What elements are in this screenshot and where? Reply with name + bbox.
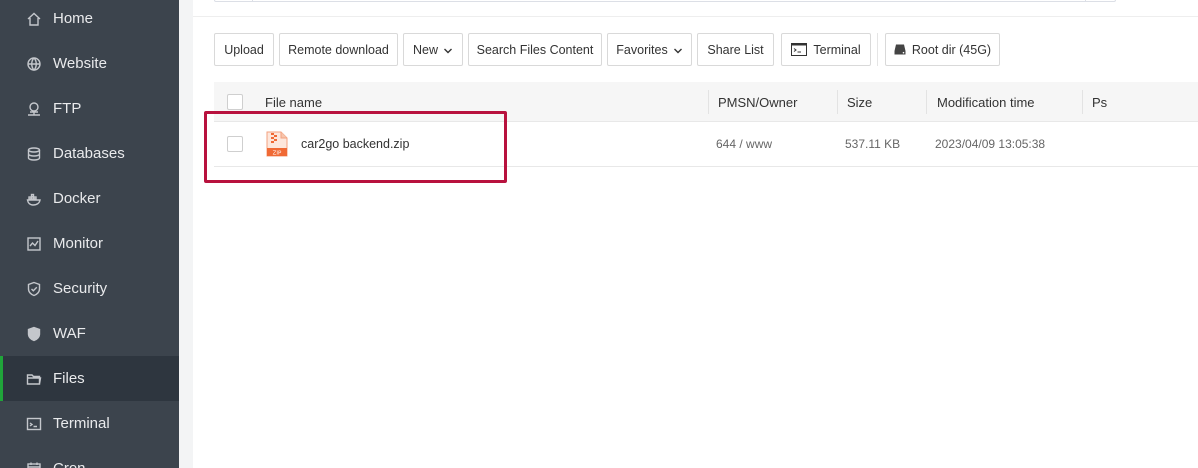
sidebar-item-label: Home <box>53 10 94 27</box>
highlight-box <box>204 111 507 183</box>
sidebar-item-security[interactable]: Security <box>0 266 179 311</box>
column-ps[interactable]: Ps <box>1092 82 1107 122</box>
sidebar-item-website[interactable]: Website <box>0 41 179 86</box>
folder-icon <box>25 370 43 388</box>
favorites-button-label: Favorites <box>616 42 668 57</box>
sidebar-item-label: Docker <box>53 190 101 207</box>
root-dir-button[interactable]: Root dir (45G) <box>885 33 1000 66</box>
column-divider <box>708 90 709 114</box>
remote-download-button[interactable]: Remote download <box>279 33 398 66</box>
sidebar-item-databases[interactable]: Databases <box>0 131 179 176</box>
sidebar-item-label: Security <box>53 280 108 297</box>
toolbar-divider <box>877 33 878 66</box>
terminal-icon <box>25 415 43 433</box>
chevron-down-icon <box>673 45 683 55</box>
sidebar-item-home[interactable]: Home <box>0 0 179 41</box>
file-modification-time: 2023/04/09 13:05:38 <box>935 137 1046 151</box>
column-divider <box>1082 90 1083 114</box>
ftp-icon <box>25 100 43 118</box>
column-modification-time[interactable]: Modification time <box>937 82 1035 122</box>
sidebar-item-docker[interactable]: Docker <box>0 176 179 221</box>
sidebar-item-terminal[interactable]: Terminal <box>0 401 179 446</box>
sidebar-item-waf[interactable]: WAF <box>0 311 179 356</box>
divider <box>193 16 1198 17</box>
root-dir-label: Root dir (45G) <box>911 42 992 57</box>
sidebar-item-label: Files <box>53 370 85 387</box>
sidebar-item-label: Terminal <box>53 415 110 432</box>
path-bar[interactable] <box>214 0 1116 2</box>
sidebar-item-label: Monitor <box>53 235 104 252</box>
shield-icon <box>25 280 43 298</box>
sidebar-item-label: WAF <box>53 325 86 342</box>
file-size: 537.11 KB <box>845 137 901 151</box>
path-bar-back-divider <box>252 0 253 1</box>
docker-icon <box>25 190 43 208</box>
new-button-label: New <box>412 42 438 57</box>
chevron-down-icon <box>443 45 453 55</box>
sidebar-item-cron[interactable]: Cron <box>0 446 179 468</box>
database-icon <box>25 145 43 163</box>
home-icon <box>25 10 43 28</box>
terminal-button[interactable]: Terminal <box>781 33 871 66</box>
sidebar-item-label: Website <box>53 55 107 72</box>
new-dropdown-button[interactable]: New <box>403 33 463 66</box>
path-bar-refresh-divider <box>1085 0 1086 1</box>
terminal-button-label: Terminal <box>813 42 861 57</box>
sidebar-item-label: Databases <box>53 145 125 162</box>
column-permission-owner[interactable]: PMSN/Owner <box>718 82 797 122</box>
sidebar-item-ftp[interactable]: FTP <box>0 86 179 131</box>
select-all-checkbox[interactable] <box>227 94 243 110</box>
waf-shield-icon <box>25 325 43 343</box>
hard-drive-icon <box>894 44 906 55</box>
sidebar-item-files[interactable]: Files <box>0 356 179 401</box>
favorites-dropdown-button[interactable]: Favorites <box>607 33 692 66</box>
cron-icon <box>25 460 43 468</box>
search-files-content-button[interactable]: Search Files Content <box>468 33 602 66</box>
sidebar-item-label: FTP <box>53 100 82 117</box>
upload-button[interactable]: Upload <box>214 33 274 66</box>
globe-icon <box>25 55 43 73</box>
content-gutter <box>179 0 193 468</box>
monitor-icon <box>25 235 43 253</box>
share-list-button[interactable]: Share List <box>697 33 774 66</box>
sidebar-item-monitor[interactable]: Monitor <box>0 221 179 266</box>
column-divider <box>837 90 838 114</box>
sidebar-item-label: Cron <box>53 460 86 468</box>
column-size[interactable]: Size <box>847 82 872 122</box>
file-permission-owner[interactable]: 644 / www <box>716 122 772 166</box>
column-divider <box>926 90 927 114</box>
sidebar: Home Website FTP Databases Docker Monito… <box>0 0 179 468</box>
terminal-icon <box>791 43 808 56</box>
